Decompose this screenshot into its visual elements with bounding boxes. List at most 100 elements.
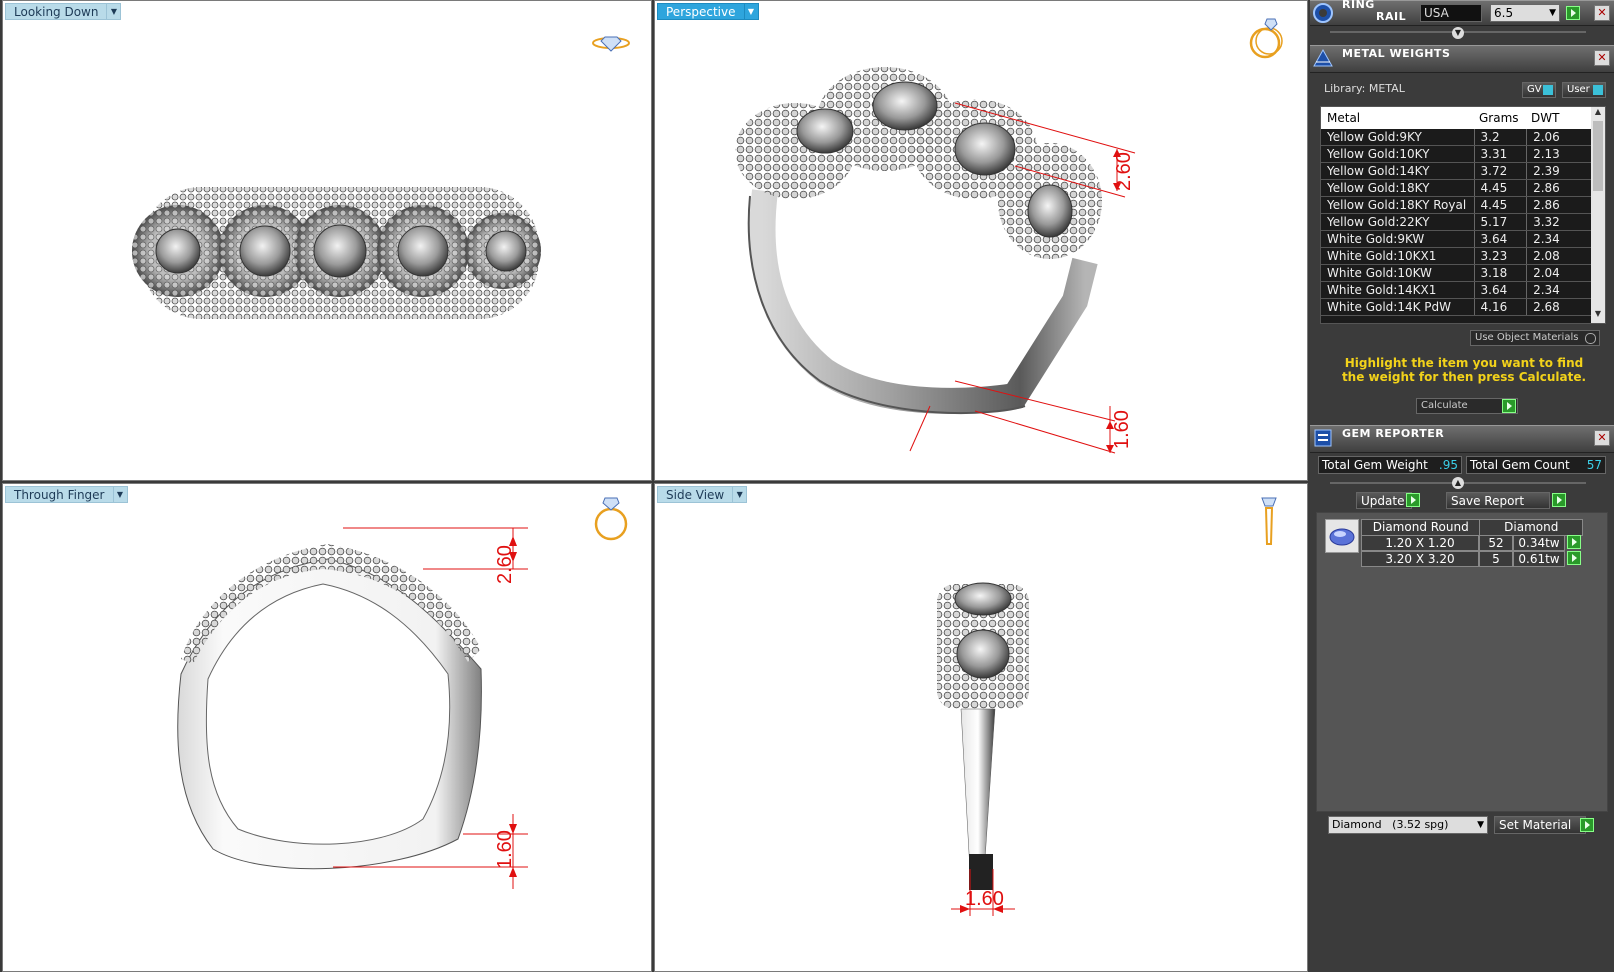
table-row[interactable]: White Gold:10KX1 3.23 2.08 (1321, 247, 1591, 265)
gem-count-cell: 5 (1479, 551, 1513, 567)
metal-name-cell: White Gold:9KW (1321, 230, 1475, 248)
total-gem-count-label: Total Gem Count (1470, 458, 1570, 472)
gv-toggle[interactable]: GV (1522, 82, 1556, 98)
gem-row[interactable]: 1.20 X 1.20 52 0.34tw (1361, 535, 1601, 551)
metal-name-cell: White Gold:14K PdW (1321, 298, 1475, 316)
material-spg: (3.52 spg) (1392, 818, 1449, 831)
gem-table-header: Diamond Round Diamond (1361, 519, 1583, 536)
table-row[interactable]: Yellow Gold:18KY 4.45 2.86 (1321, 179, 1591, 197)
metal-table-body: Yellow Gold:9KY 3.2 2.06 Yellow Gold:10KY 3.… (1321, 129, 1591, 316)
calculate-label: Calculate (1421, 400, 1468, 411)
grams-cell: 3.31 (1473, 145, 1527, 163)
dwt-cell: 3.32 (1526, 213, 1591, 231)
ring-size-value: 6.5 (1494, 6, 1514, 20)
collapse-toggle-icon[interactable]: ▲ (1452, 477, 1464, 489)
dwt-cell: 2.86 (1526, 196, 1591, 214)
gem-row-go-button[interactable] (1567, 535, 1581, 549)
ring-model-perspective: 2.60 1.60 (735, 67, 1136, 454)
column-header: Metal (1327, 111, 1361, 125)
update-go-button[interactable] (1406, 493, 1420, 507)
use-object-materials-label: Use Object Materials (1475, 332, 1579, 343)
total-gem-count-value: 57 (1586, 458, 1602, 472)
gem-tw-cell: 0.61tw (1513, 551, 1565, 567)
viewport-through-finger[interactable]: Through Finger ▼ 2.60 1.60 (2, 483, 652, 972)
scale-icon (1313, 48, 1333, 67)
material-select[interactable]: Diamond (3.52 spg) ▼ (1328, 816, 1488, 834)
gem-row-go-button[interactable] (1567, 551, 1581, 565)
set-material-button[interactable]: Set Material (1494, 816, 1586, 834)
metal-name-cell: Yellow Gold:18KY (1321, 179, 1475, 197)
metal-name-cell: Yellow Gold:10KY (1321, 145, 1475, 163)
use-object-materials-toggle[interactable]: Use Object Materials (1470, 330, 1600, 346)
radio-icon (1585, 333, 1596, 344)
metal-name-cell: Yellow Gold:9KY (1321, 129, 1475, 146)
set-material-go-button[interactable] (1580, 818, 1594, 832)
gem-list-area: Diamond Round Diamond 1.20 X 1.20 52 0.34t… (1316, 512, 1608, 812)
table-row[interactable]: Yellow Gold:10KY 3.31 2.13 (1321, 145, 1591, 163)
grams-cell: 3.2 (1473, 129, 1527, 146)
viewport-perspective[interactable]: Perspective ▼ 2.60 1.60 (654, 0, 1308, 481)
metal-name-cell: Yellow Gold:18KY Royal (1321, 196, 1475, 214)
table-row[interactable]: White Gold:9KW 3.64 2.34 (1321, 230, 1591, 248)
dimension-label-top: 2.60 (494, 545, 516, 584)
gem-column-header: Diamond Round (1362, 520, 1481, 535)
close-icon[interactable]: ✕ (1594, 50, 1610, 66)
table-row[interactable]: Yellow Gold:9KY 3.2 2.06 (1321, 129, 1591, 146)
chevron-down-icon: ▼ (1477, 820, 1484, 830)
metal-table[interactable]: Metal Grams DWT Yellow Gold:9KY 3.2 2.06 Ye… (1320, 106, 1606, 324)
toggle-icon (1543, 85, 1553, 95)
collapse-toggle-icon[interactable]: ▼ (1452, 27, 1464, 39)
column-header: DWT (1531, 111, 1560, 125)
gem-size-cell: 1.20 X 1.20 (1361, 535, 1479, 551)
table-row[interactable]: White Gold:14K PdW 4.16 2.68 (1321, 298, 1591, 316)
dwt-cell: 2.08 (1526, 247, 1591, 265)
scroll-up-icon[interactable]: ▲ (1591, 107, 1605, 121)
close-icon[interactable]: ✕ (1594, 430, 1610, 446)
table-row[interactable]: White Gold:10KW 3.18 2.04 (1321, 264, 1591, 282)
viewport-looking-down[interactable]: Looking Down ▼ (2, 0, 652, 481)
scroll-thumb[interactable] (1593, 121, 1603, 191)
calculate-go-button[interactable] (1502, 399, 1516, 413)
table-row[interactable]: White Gold:14KX1 3.64 2.34 (1321, 281, 1591, 299)
ring-model-front: 2.60 1.60 (177, 527, 528, 889)
total-gem-weight-value: .95 (1438, 458, 1458, 472)
dwt-cell: 2.68 (1526, 298, 1591, 316)
set-material-label: Set Material (1499, 818, 1572, 832)
table-row[interactable]: Yellow Gold:14KY 3.72 2.39 (1321, 162, 1591, 180)
grams-cell: 4.45 (1473, 196, 1527, 214)
gem-reporter-title: GEM REPORTER (1342, 427, 1445, 440)
table-scrollbar[interactable]: ▲ ▼ (1591, 107, 1605, 323)
gem-row[interactable]: 3.20 X 3.20 5 0.61tw (1361, 551, 1601, 567)
ring-rail-header: RING RAIL USA 6.5 ▼ ✕ (1310, 0, 1614, 26)
update-button[interactable]: Update (1356, 492, 1412, 509)
user-toggle[interactable]: User (1562, 82, 1606, 98)
grams-cell: 5.17 (1473, 213, 1527, 231)
ring-model-top (132, 187, 541, 319)
grams-cell: 3.72 (1473, 162, 1527, 180)
region-select[interactable]: USA (1420, 4, 1482, 22)
report-icon (1314, 429, 1332, 447)
metal-name-cell: Yellow Gold:22KY (1321, 213, 1475, 231)
ring-size-select[interactable]: 6.5 ▼ (1490, 4, 1560, 22)
gem-size-cell: 3.20 X 3.20 (1361, 551, 1479, 567)
viewport-side-view[interactable]: Side View ▼ 1.60 (654, 483, 1308, 972)
dwt-cell: 2.06 (1526, 129, 1591, 146)
table-row[interactable]: Yellow Gold:22KY 5.17 3.32 (1321, 213, 1591, 231)
metal-name-cell: Yellow Gold:14KY (1321, 162, 1475, 180)
gem-tw-cell: 0.34tw (1513, 535, 1565, 551)
table-row[interactable]: Yellow Gold:18KY Royal 4.45 2.86 (1321, 196, 1591, 214)
dimension-label-top: 2.60 (1113, 152, 1135, 191)
metal-weights-header: METAL WEIGHTS ✕ (1310, 45, 1614, 73)
scroll-down-icon[interactable]: ▼ (1591, 309, 1605, 323)
gem-reporter-header: GEM REPORTER ✕ (1310, 425, 1614, 453)
gem-table-body: 1.20 X 1.20 52 0.34tw 3.20 X 3.20 5 0.61tw (1361, 535, 1601, 567)
save-report-button[interactable]: Save Report (1446, 492, 1550, 509)
chevron-down-icon: ▼ (1549, 8, 1556, 18)
close-icon[interactable]: ✕ (1594, 5, 1610, 21)
dimension-label-bottom: 1.60 (1111, 410, 1133, 449)
grams-cell: 3.23 (1473, 247, 1527, 265)
grams-cell: 4.45 (1473, 179, 1527, 197)
ring-rail-icon (1313, 3, 1333, 23)
ring-size-apply-button[interactable] (1566, 6, 1580, 20)
save-report-go-button[interactable] (1552, 493, 1566, 507)
